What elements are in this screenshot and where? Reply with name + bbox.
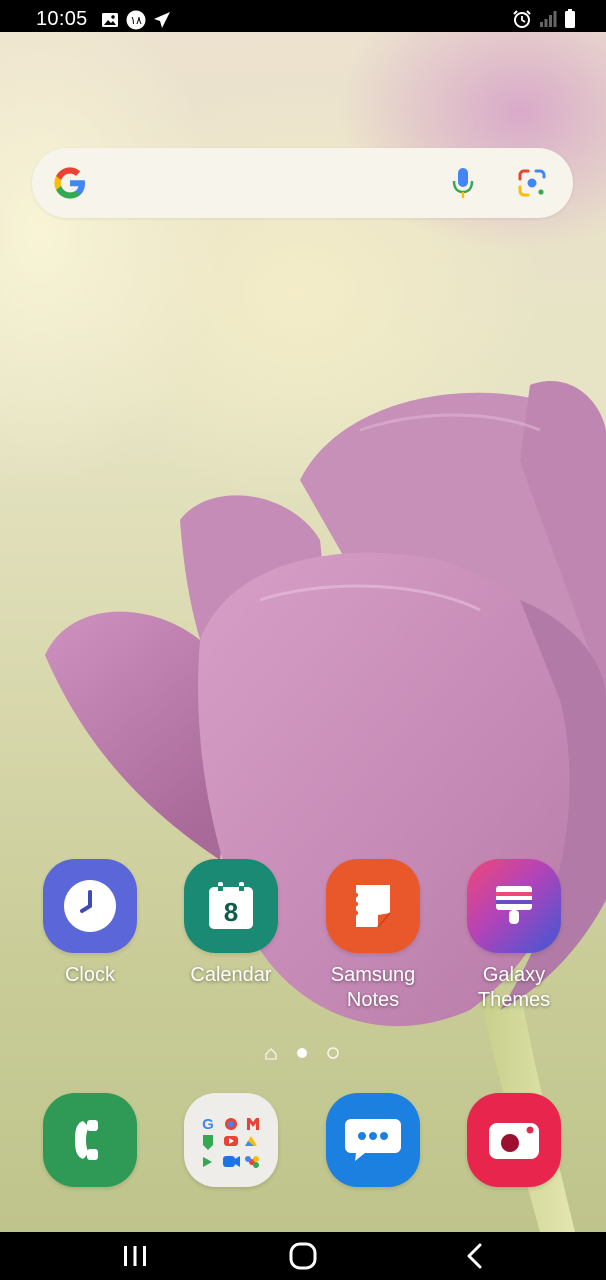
app-label-galaxy-themes-line2: Themes — [477, 989, 551, 1011]
clock-icon[interactable] — [43, 859, 137, 953]
home-page-marker-icon — [265, 1048, 277, 1060]
microphone-icon[interactable] — [451, 165, 475, 201]
back-icon — [467, 1243, 482, 1269]
app-samsung-notes[interactable]: Samsung Notes — [303, 859, 443, 1013]
themes-brush-icon[interactable] — [467, 859, 561, 953]
phone-icon[interactable] — [43, 1093, 137, 1187]
status-system-icons — [512, 9, 576, 29]
camera-icon[interactable] — [467, 1093, 561, 1187]
app-label-calendar: Calendar — [190, 964, 272, 986]
google-lens-icon[interactable] — [516, 167, 548, 199]
app-label-galaxy-themes-line1: Galaxy — [482, 964, 546, 986]
signal-icon — [540, 11, 557, 27]
app-galaxy-themes[interactable]: Galaxy Themes — [444, 859, 584, 1013]
navigation-bar — [0, 1232, 606, 1280]
svg-text:۱۸: ۱۸ — [130, 14, 142, 27]
notification-badge-icon: ۱۸ — [126, 10, 146, 30]
telegram-icon — [154, 12, 170, 28]
page-indicator — [264, 1045, 344, 1061]
app-label-samsung-notes-line2: Notes — [346, 989, 400, 1011]
app-label-galaxy-themes: Galaxy Themes — [444, 963, 584, 1013]
dock-messages[interactable] — [303, 1093, 443, 1187]
svg-text:G: G — [202, 1116, 214, 1133]
status-time: 10:05 — [36, 8, 88, 30]
app-label-samsung-notes-line1: Samsung — [330, 964, 416, 986]
app-calendar[interactable]: 8 Calendar — [161, 859, 301, 988]
recents-button[interactable] — [95, 1232, 175, 1280]
page-dot[interactable] — [327, 1047, 339, 1059]
app-clock[interactable]: Clock — [20, 859, 160, 988]
app-label-clock: Clock — [64, 964, 115, 986]
app-label-samsung-notes: Samsung Notes — [303, 963, 443, 1013]
status-notification-icons: ۱۸ — [101, 10, 171, 30]
dock-phone[interactable] — [20, 1093, 160, 1187]
recents-icon — [124, 1246, 146, 1266]
messages-icon[interactable] — [326, 1093, 420, 1187]
status-bar: 10:05 ۱۸ — [0, 0, 606, 32]
dock-google-folder[interactable]: G — [161, 1093, 301, 1187]
calendar-icon[interactable]: 8 — [184, 859, 278, 953]
battery-icon — [565, 9, 575, 28]
calendar-day-number: 8 — [224, 897, 238, 927]
alarm-icon — [513, 10, 531, 28]
google-search-bar[interactable] — [32, 148, 573, 218]
home-icon — [289, 1242, 317, 1270]
dock-camera[interactable] — [444, 1093, 584, 1187]
back-button[interactable] — [434, 1232, 514, 1280]
home-button[interactable] — [263, 1232, 343, 1280]
google-apps-folder-icon[interactable]: G — [184, 1093, 278, 1187]
image-icon — [102, 13, 118, 27]
wallpaper: Clock 8 Calendar Samsung Notes Galaxy Th… — [0, 32, 606, 1232]
page-dot-current[interactable] — [297, 1048, 307, 1058]
notes-icon[interactable] — [326, 859, 420, 953]
google-logo-icon — [54, 167, 85, 199]
